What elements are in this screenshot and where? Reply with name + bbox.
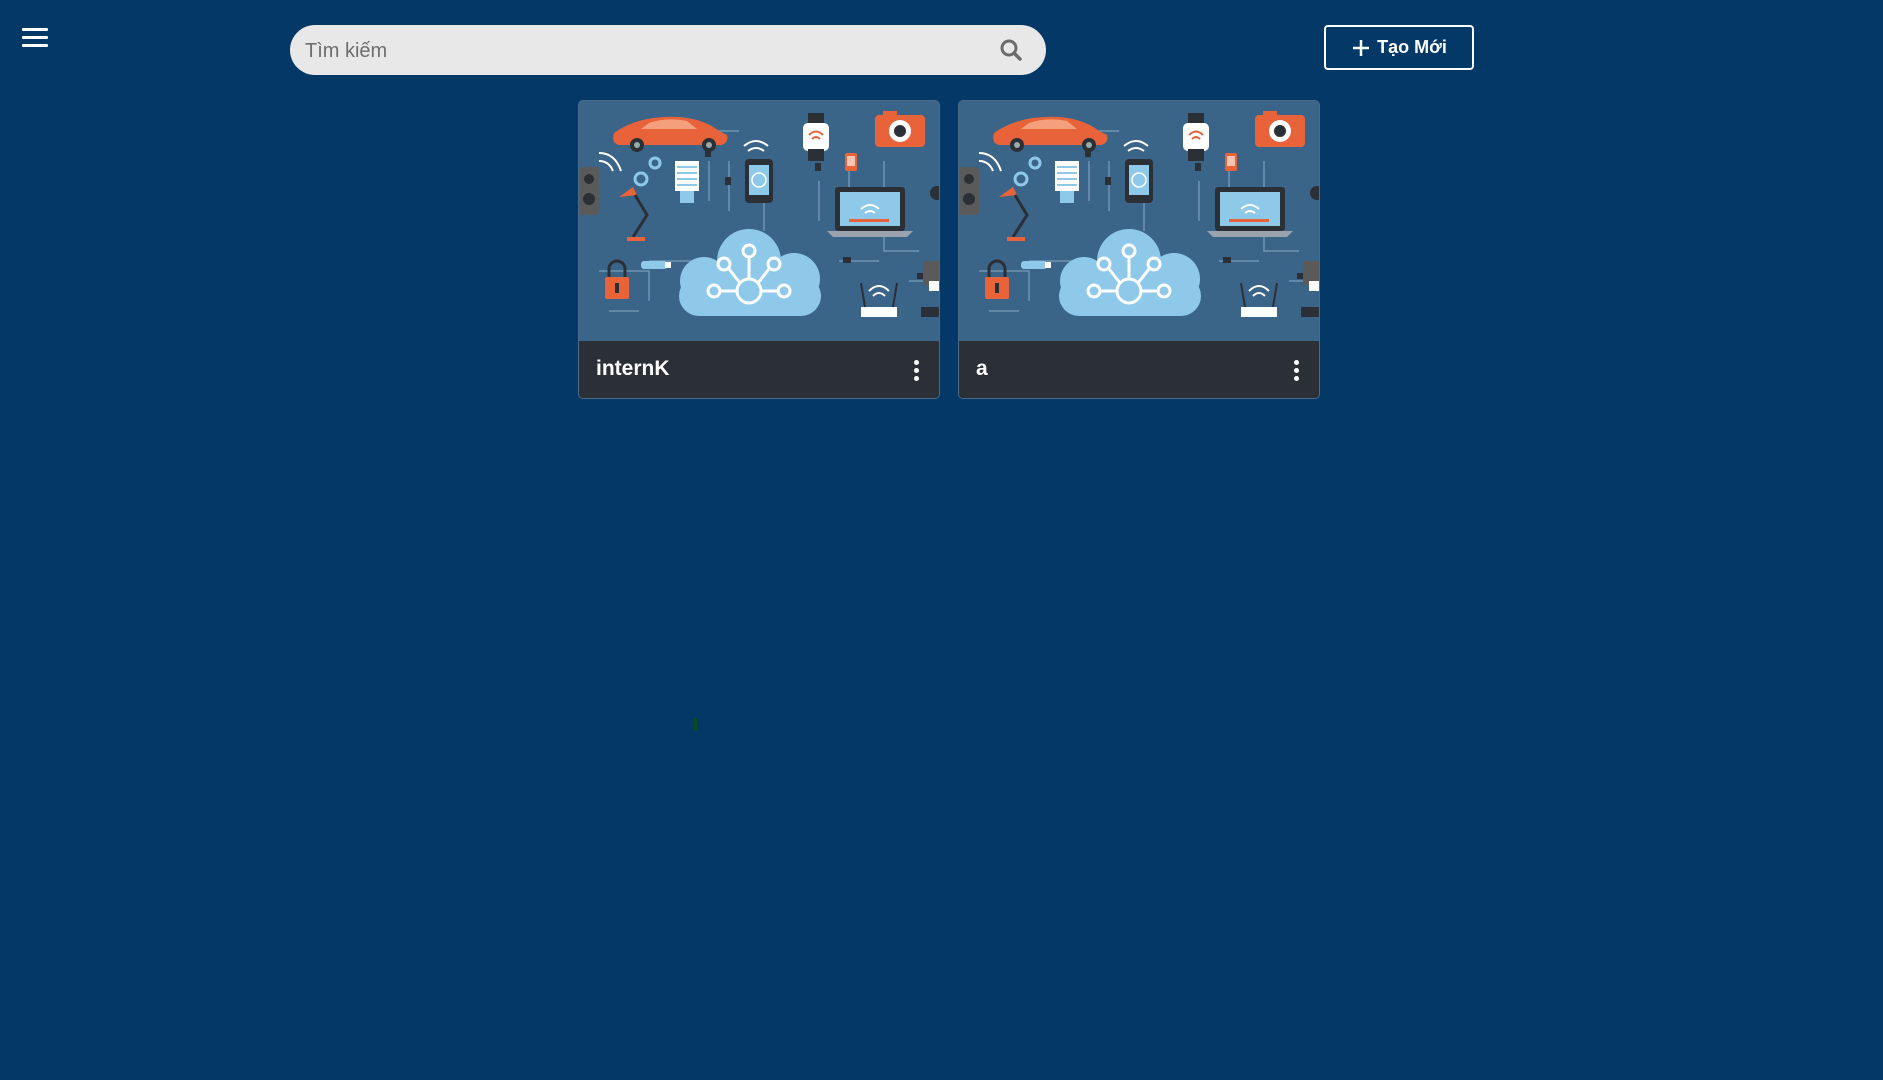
smartphone-icon [1125, 159, 1153, 203]
search-input[interactable] [303, 25, 967, 77]
project-card[interactable]: a [958, 100, 1320, 399]
plus-icon [1353, 39, 1370, 56]
hamburger-menu-icon[interactable] [20, 28, 50, 52]
card-footer: internK [579, 341, 939, 398]
create-new-button[interactable]: Tạo Mới [1324, 25, 1474, 70]
more-vertical-icon[interactable] [911, 360, 921, 384]
create-new-label: Tạo Mới [1377, 37, 1447, 57]
card-grid: internK a [578, 100, 1320, 399]
card-title[interactable]: a [976, 357, 988, 381]
text-cursor [694, 718, 697, 731]
project-card[interactable]: internK [578, 100, 940, 399]
card-title[interactable]: internK [596, 357, 670, 381]
search-bar [290, 25, 1046, 77]
search-icon[interactable] [998, 37, 1024, 63]
more-vertical-icon[interactable] [1291, 360, 1301, 384]
smartphone-icon [745, 159, 773, 203]
laptop-icon [827, 187, 913, 237]
card-footer: a [959, 341, 1319, 398]
speaker-icon [579, 167, 599, 215]
laptop-icon [1207, 187, 1293, 237]
camera-icon [1255, 111, 1305, 147]
camera-icon [875, 111, 925, 147]
speaker-icon [959, 167, 979, 215]
iot-illustration [579, 101, 939, 341]
iot-illustration [959, 101, 1319, 341]
